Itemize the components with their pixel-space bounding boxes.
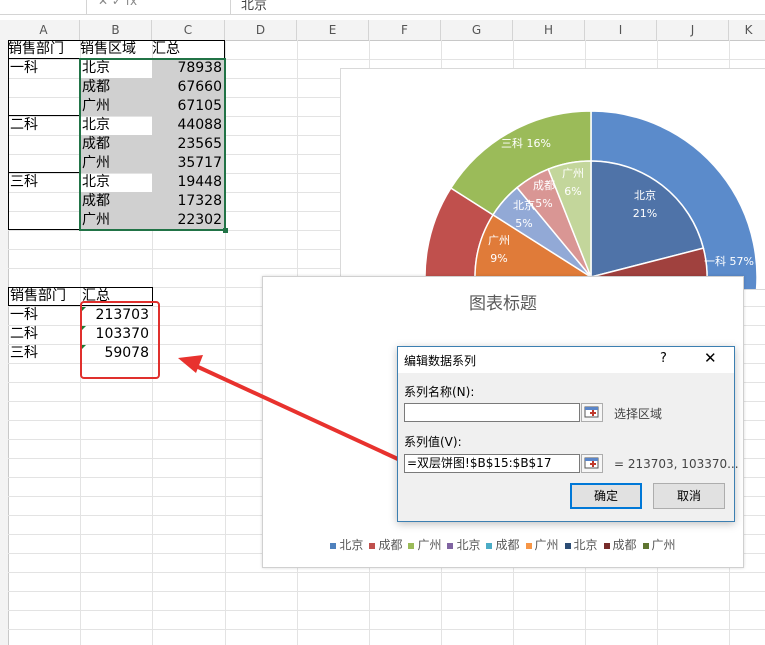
table2-dept[interactable]: 三科 [10, 344, 80, 363]
legend-entry[interactable]: 北京 [564, 536, 598, 553]
pie-data-label[interactable]: 9% [490, 252, 507, 265]
range-select-icon[interactable] [581, 403, 603, 422]
legend-swatch [330, 542, 337, 549]
legend-swatch [486, 542, 493, 549]
dialog-titlebar[interactable]: 编辑数据系列 ? ✕ [398, 347, 734, 373]
col-header-f[interactable]: F [369, 20, 441, 40]
ok-button[interactable]: 确定 [570, 483, 642, 509]
series-values-input[interactable]: =双层饼图!$B$15:$B$17 [404, 454, 580, 473]
legend-swatch [408, 542, 415, 549]
col-header-d[interactable]: D [225, 20, 297, 40]
table1-dept-1[interactable]: 一科 [10, 59, 80, 78]
help-icon[interactable]: ? [660, 351, 667, 366]
legend-entry[interactable]: 成都 [369, 536, 402, 553]
series-name-input[interactable] [404, 403, 580, 422]
pie-data-label[interactable]: 5% [515, 217, 532, 230]
table2-dept[interactable]: 一科 [10, 306, 80, 325]
legend-label: 北京 [456, 538, 481, 552]
col-header-e[interactable]: E [297, 20, 369, 40]
chart2-legend[interactable]: 北京 成都 广州 北京 成都 广州 北京 成都 广州 [263, 536, 743, 553]
range-select-icon[interactable] [581, 454, 603, 473]
annotation-highlight-box [80, 301, 160, 379]
edit-series-dialog[interactable]: 编辑数据系列 ? ✕ 系列名称(N): 选择区域 系列值(V): =双层饼图!$… [397, 346, 739, 522]
pie-data-label[interactable]: 三科 16% [501, 136, 551, 150]
legend-entry[interactable]: 北京 [330, 536, 363, 553]
series-name-label: 系列名称(N): [404, 385, 475, 399]
formula-buttons[interactable]: ✕ ✓ fx [98, 0, 137, 8]
arrow-head [178, 355, 203, 373]
legend-swatch [564, 542, 571, 549]
grid-line-h [8, 591, 765, 592]
series-values-preview: = 213703, 103370... [614, 457, 739, 471]
legend-label: 广州 [417, 538, 442, 552]
legend-swatch [525, 542, 532, 549]
column-header-row: A B C D E F G H I J K [0, 20, 765, 41]
cancel-button[interactable]: 取消 [653, 483, 725, 509]
pie-data-label[interactable]: 6% [564, 185, 581, 198]
grid-line-h [8, 629, 765, 630]
pie-data-label[interactable]: 一科 57% [704, 254, 754, 268]
formula-input[interactable]: 北京 [230, 0, 765, 14]
formula-content: 北京 [241, 0, 268, 13]
legend-label: 广州 [534, 538, 559, 552]
name-box[interactable] [0, 0, 87, 14]
legend-entry[interactable]: 成都 [486, 536, 520, 553]
table2-dept[interactable]: 二科 [10, 325, 80, 344]
col-header-i[interactable]: I [585, 20, 657, 40]
col-header-g[interactable]: G [441, 20, 513, 40]
legend-label: 广州 [651, 538, 676, 552]
grid-line-h [8, 572, 765, 573]
double-pie-chart[interactable]: 北京 21% 一科 57% 三科 16% 广州 9% 北京 5% 成都 5% 广州 6% [340, 68, 765, 444]
legend-label: 成都 [612, 538, 637, 552]
col-header-j[interactable]: J [657, 20, 729, 40]
table1-header-border [8, 40, 225, 59]
legend-entry[interactable]: 北京 [447, 536, 480, 553]
selection-range[interactable] [79, 58, 226, 231]
dialog-title: 编辑数据系列 [404, 354, 477, 368]
legend-swatch [369, 542, 376, 549]
pie-data-label[interactable]: 广州 [562, 167, 584, 180]
fill-handle[interactable] [223, 228, 228, 233]
pie-data-label[interactable]: 成都 [533, 179, 555, 192]
legend-swatch [447, 542, 454, 549]
col-header-a[interactable]: A [8, 20, 80, 40]
pie-data-label[interactable]: 北京 [513, 198, 535, 212]
pie-data-label[interactable]: 5% [535, 197, 552, 210]
legend-entry[interactable]: 广州 [642, 536, 676, 553]
legend-entry[interactable]: 广州 [408, 536, 441, 553]
formula-bar: ✕ ✓ fx 北京 [0, 0, 765, 15]
legend-swatch [642, 542, 649, 549]
legend-entry[interactable]: 广州 [525, 536, 559, 553]
legend-entry[interactable]: 成都 [603, 536, 637, 553]
pie-data-label[interactable]: 21% [633, 207, 657, 220]
close-icon[interactable]: ✕ [704, 349, 717, 367]
table2-header-dept[interactable]: 销售部门 [10, 287, 80, 306]
pie-chart-svg: 北京21%一科 57%三科 16%广州9%北京5%成都5%广州6% [424, 110, 758, 444]
chart2-title[interactable]: 图表标题 [263, 289, 743, 314]
grid-line-h [8, 610, 765, 611]
legend-swatch [603, 542, 610, 549]
pie-data-label[interactable]: 广州 [488, 234, 510, 247]
col-header-k[interactable]: K [729, 20, 765, 40]
pie-data-label[interactable]: 北京 [634, 188, 656, 202]
legend-label: 成都 [378, 538, 403, 552]
legend-label: 北京 [339, 538, 364, 552]
col-header-h[interactable]: H [513, 20, 585, 40]
legend-label: 北京 [573, 538, 598, 552]
col-header-b[interactable]: B [80, 20, 152, 40]
col-header-c[interactable]: C [152, 20, 225, 40]
table1-dept-3[interactable]: 三科 [10, 173, 80, 192]
select-range-text: 选择区域 [614, 407, 663, 421]
table1-dept-2[interactable]: 二科 [10, 116, 80, 135]
legend-label: 成都 [495, 538, 520, 552]
series-values-label: 系列值(V): [404, 435, 462, 449]
